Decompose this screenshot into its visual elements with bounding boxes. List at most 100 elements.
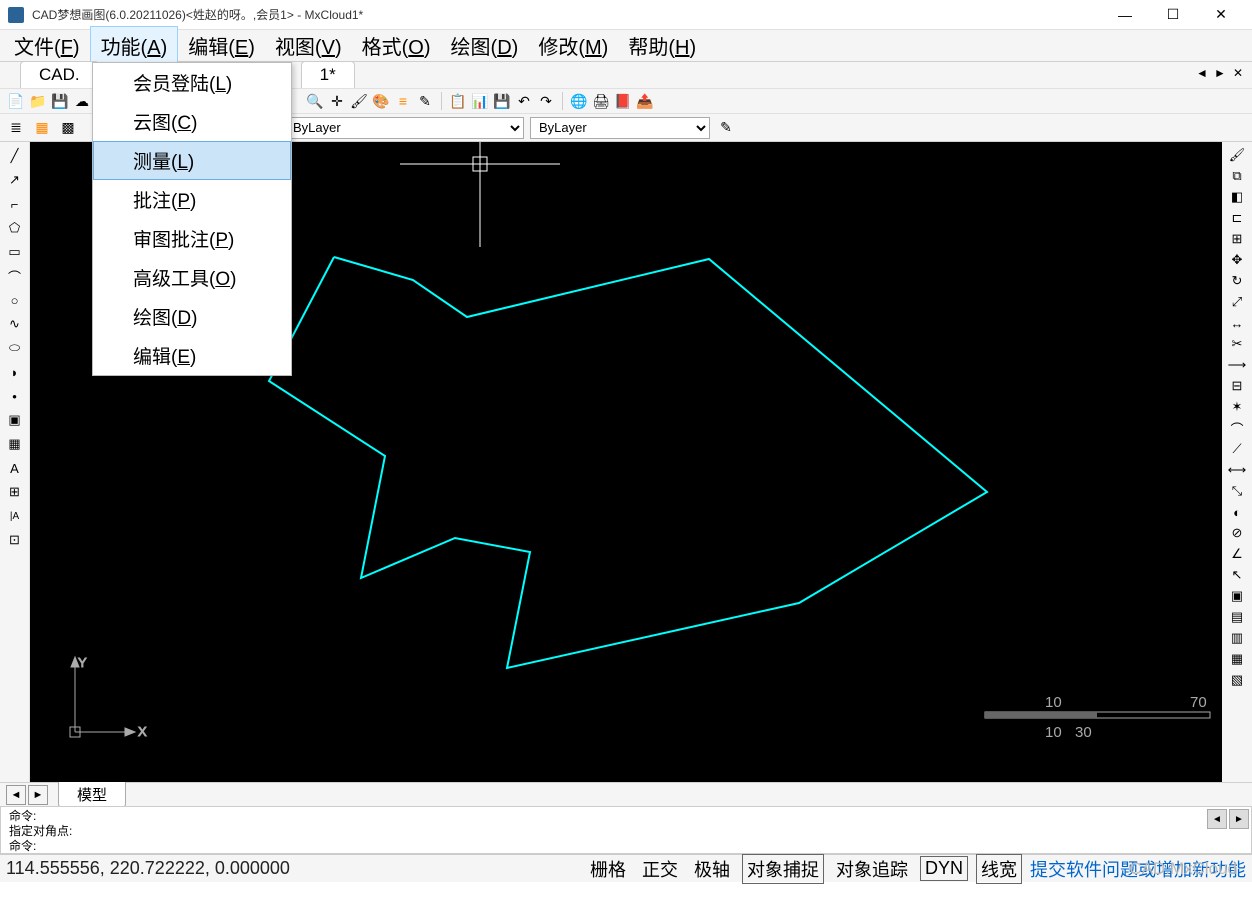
dropdown-edit[interactable]: 编辑(E)	[93, 336, 291, 375]
menu-modify[interactable]: 修改(M)	[528, 27, 618, 64]
dropdown-login[interactable]: 会员登陆(L)	[93, 63, 291, 102]
ellipse-icon[interactable]: ⬭	[5, 338, 25, 358]
export-icon[interactable]: 📤	[635, 91, 655, 111]
dim-aligned-icon[interactable]: ⤡	[1227, 482, 1247, 500]
text-icon[interactable]: A	[5, 458, 25, 478]
status-otrack[interactable]: 对象追踪	[832, 855, 912, 883]
tab-doc1[interactable]: 1*	[301, 61, 355, 88]
layer-state-icon[interactable]: ▦	[32, 118, 52, 138]
stretch-icon[interactable]: ↔	[1227, 314, 1247, 332]
chamfer-icon[interactable]: ⟋	[1227, 440, 1247, 458]
dropdown-measure[interactable]: 测量(L)	[93, 141, 291, 180]
menu-draw[interactable]: 绘图(D)	[441, 27, 529, 64]
status-ortho[interactable]: 正交	[638, 855, 682, 883]
array-icon[interactable]: ⊞	[1227, 230, 1247, 248]
print-icon[interactable]: 🖨	[591, 91, 611, 111]
point-icon[interactable]: •	[5, 386, 25, 406]
r-tool-c-icon[interactable]: ▥	[1227, 629, 1247, 647]
tool-a-icon[interactable]: 📋	[448, 91, 468, 111]
paint-icon[interactable]: ✎	[716, 118, 736, 138]
arc-icon[interactable]: ⌒	[5, 266, 25, 286]
rectangle-icon[interactable]: ▭	[5, 242, 25, 262]
circle-icon[interactable]: ○	[5, 290, 25, 310]
minimize-button[interactable]: —	[1102, 1, 1148, 29]
polyline-icon[interactable]: ⌐	[5, 194, 25, 214]
open-icon[interactable]: 📁	[28, 91, 48, 111]
menu-format[interactable]: 格式(O)	[352, 27, 441, 64]
trim-icon[interactable]: ✂	[1227, 335, 1247, 353]
line-icon[interactable]: ╱	[5, 146, 25, 166]
cmd-scroll-right[interactable]: ►	[1229, 809, 1249, 829]
tool-c-icon[interactable]: 💾	[492, 91, 512, 111]
undo-icon[interactable]: ↶	[514, 91, 534, 111]
lineweight-select[interactable]: ByLayer	[530, 117, 710, 139]
status-dyn[interactable]: DYN	[920, 856, 968, 881]
dim-angular-icon[interactable]: ∠	[1227, 545, 1247, 563]
leader-icon[interactable]: ↖	[1227, 566, 1247, 584]
copy-icon[interactable]: ⧉	[1227, 167, 1247, 185]
explode-icon[interactable]: ✶	[1227, 398, 1247, 416]
globe-icon[interactable]: 🌐	[569, 91, 589, 111]
mtext-icon[interactable]: |A	[5, 506, 25, 526]
status-grid[interactable]: 栅格	[586, 855, 630, 883]
rotate-icon[interactable]: ↻	[1227, 272, 1247, 290]
r-tool-b-icon[interactable]: ▤	[1227, 608, 1247, 626]
close-button[interactable]: ✕	[1198, 1, 1244, 29]
model-next-button[interactable]: ►	[28, 785, 48, 805]
tab-prev-icon[interactable]: ◄	[1194, 65, 1210, 81]
tab-close-icon[interactable]: ✕	[1230, 65, 1246, 81]
brush-icon[interactable]: 🖌	[349, 91, 369, 111]
dropdown-advanced-tools[interactable]: 高级工具(O)	[93, 258, 291, 297]
menu-file[interactable]: 文件(F)	[4, 27, 90, 64]
palette-icon[interactable]: 🎨	[371, 91, 391, 111]
redo-icon[interactable]: ↷	[536, 91, 556, 111]
mirror-icon[interactable]: ◧	[1227, 188, 1247, 206]
ellipse-arc-icon[interactable]: ◗	[5, 362, 25, 382]
zoom-icon[interactable]: 🔍	[305, 91, 325, 111]
ray-icon[interactable]: ↗	[5, 170, 25, 190]
layer-mgr-icon[interactable]: ≣	[6, 118, 26, 138]
spline-icon[interactable]: ∿	[5, 314, 25, 334]
dim-linear-icon[interactable]: ⟷	[1227, 461, 1247, 479]
tab-next-icon[interactable]: ►	[1212, 65, 1228, 81]
hatch-icon[interactable]: ▦	[5, 434, 25, 454]
dropdown-cloud[interactable]: 云图(C)	[93, 102, 291, 141]
dim-radius-icon[interactable]: ◐	[1227, 503, 1247, 521]
menu-view[interactable]: 视图(V)	[265, 27, 352, 64]
eraser-icon[interactable]: ✎	[415, 91, 435, 111]
menu-help[interactable]: 帮助(H)	[618, 27, 706, 64]
tool-b-icon[interactable]: 📊	[470, 91, 490, 111]
fillet-icon[interactable]: ⌒	[1227, 419, 1247, 437]
attr-icon[interactable]: ⊡	[5, 530, 25, 550]
status-polar[interactable]: 极轴	[690, 855, 734, 883]
table-icon[interactable]: ⊞	[5, 482, 25, 502]
maximize-button[interactable]: ☐	[1150, 1, 1196, 29]
break-icon[interactable]: ⊟	[1227, 377, 1247, 395]
model-tab[interactable]: 模型	[58, 781, 126, 808]
cloud-icon[interactable]: ☁	[72, 91, 92, 111]
dim-diameter-icon[interactable]: ⊘	[1227, 524, 1247, 542]
save-icon[interactable]: 💾	[50, 91, 70, 111]
status-lineweight[interactable]: 线宽	[976, 854, 1022, 884]
polygon-icon[interactable]: ⬠	[5, 218, 25, 238]
r-tool-e-icon[interactable]: ▧	[1227, 671, 1247, 689]
menu-function[interactable]: 功能(A)	[90, 26, 179, 65]
dropdown-annotate[interactable]: 批注(P)	[93, 180, 291, 219]
pdf-icon[interactable]: 📕	[613, 91, 633, 111]
status-osnap[interactable]: 对象捕捉	[742, 854, 824, 884]
layer-color-icon[interactable]: ▩	[58, 118, 78, 138]
menu-edit[interactable]: 编辑(E)	[178, 27, 265, 64]
r-tool-a-icon[interactable]: ▣	[1227, 587, 1247, 605]
offset-icon[interactable]: ⊏	[1227, 209, 1247, 227]
r-tool-d-icon[interactable]: ▦	[1227, 650, 1247, 668]
scale-icon[interactable]: ⤢	[1227, 293, 1247, 311]
command-panel[interactable]: 命令: 指定对角点: 命令: ◄ ►	[0, 806, 1252, 854]
new-icon[interactable]: 📄	[6, 91, 26, 111]
block-icon[interactable]: ▣	[5, 410, 25, 430]
dropdown-review-annotate[interactable]: 审图批注(P)	[93, 219, 291, 258]
measure-brush-icon[interactable]: 🖌	[1227, 146, 1247, 164]
extend-icon[interactable]: ⟶	[1227, 356, 1247, 374]
move-icon[interactable]: ✥	[1227, 251, 1247, 269]
dropdown-draw[interactable]: 绘图(D)	[93, 297, 291, 336]
tab-cad[interactable]: CAD.	[20, 61, 99, 88]
